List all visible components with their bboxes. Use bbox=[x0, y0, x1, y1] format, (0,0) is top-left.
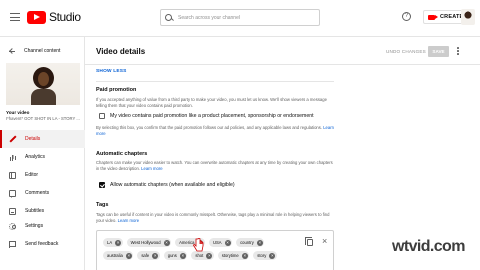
remove-tag-icon[interactable]: × bbox=[125, 252, 132, 259]
tag-chip[interactable]: USA × bbox=[208, 238, 233, 247]
paid-promotion-note-text: By selecting this box, you confirm that … bbox=[96, 125, 323, 130]
remove-tag-icon[interactable]: × bbox=[206, 252, 213, 259]
help-icon[interactable]: ? bbox=[402, 12, 411, 21]
tag-label: West Hollywood bbox=[130, 240, 161, 245]
tag-label: LA bbox=[107, 240, 113, 245]
remove-tag-icon[interactable]: × bbox=[115, 239, 122, 246]
remove-tag-icon[interactable]: × bbox=[224, 239, 231, 246]
back-label: Channel content bbox=[24, 48, 61, 54]
tag-chip[interactable]: australia × bbox=[103, 251, 134, 260]
paid-promotion-checkbox-label[interactable]: My video contains paid promotion like a … bbox=[110, 113, 314, 119]
tag-chip[interactable]: guns × bbox=[163, 251, 188, 260]
sidebar-item-label: Details bbox=[25, 136, 41, 142]
analytics-icon bbox=[9, 154, 16, 161]
paid-promotion-checkbox[interactable] bbox=[99, 113, 105, 119]
sidebar-item-label: Comments bbox=[25, 190, 50, 196]
sidebar-item-send-feedback[interactable]: Send feedback bbox=[0, 235, 85, 253]
pencil-icon bbox=[9, 136, 16, 143]
automatic-chapters-checkbox-label[interactable]: Allow automatic chapters (when available… bbox=[110, 182, 235, 188]
remove-tag-icon[interactable]: × bbox=[152, 252, 159, 259]
account-avatar[interactable] bbox=[461, 9, 475, 25]
tag-chip[interactable]: West Hollywood × bbox=[126, 238, 172, 247]
hand-cursor-icon bbox=[193, 238, 204, 252]
tag-label: guns bbox=[167, 253, 177, 258]
sidebar-item-settings[interactable]: Settings bbox=[0, 217, 85, 235]
remove-tag-icon[interactable]: × bbox=[179, 252, 186, 259]
chapters-learn-more[interactable]: Learn more bbox=[141, 166, 162, 171]
gear-icon bbox=[9, 222, 16, 230]
watermark: wtvid.com bbox=[392, 238, 465, 255]
main-panel: Video details UNDO CHANGES SAVE SHOW LES… bbox=[85, 37, 480, 270]
undo-changes-button[interactable]: UNDO CHANGES bbox=[386, 49, 426, 54]
tag-label: safe bbox=[141, 253, 150, 258]
video-camera-icon bbox=[428, 14, 438, 20]
tag-label: shot bbox=[195, 253, 204, 258]
feedback-icon bbox=[9, 240, 16, 248]
menu-icon[interactable] bbox=[10, 13, 20, 21]
tags-input[interactable]: LA× West Hollywood× America× USA× countr… bbox=[96, 230, 334, 270]
studio-logo[interactable]: Studio bbox=[27, 10, 81, 24]
remove-tag-icon[interactable]: × bbox=[256, 239, 263, 246]
paid-promotion-title: Paid promotion bbox=[96, 87, 137, 93]
chapters-title: Automatic chapters bbox=[96, 151, 148, 157]
back-to-channel-content[interactable]: Channel content bbox=[0, 45, 85, 57]
youtube-logo-icon bbox=[27, 10, 46, 24]
comments-icon bbox=[9, 189, 16, 198]
remove-tag-icon[interactable]: × bbox=[241, 252, 248, 259]
logo-text: Studio bbox=[49, 10, 81, 24]
top-bar: Studio ? CREATE bbox=[0, 0, 480, 37]
sidebar-item-label: Settings bbox=[25, 223, 44, 229]
create-label: CREATE bbox=[440, 14, 464, 20]
remove-tag-icon[interactable]: × bbox=[163, 239, 170, 246]
tag-label: australia bbox=[107, 253, 123, 258]
tag-chip[interactable]: storytime × bbox=[217, 251, 250, 260]
tags-learn-more[interactable]: Learn more bbox=[118, 218, 139, 223]
tags-desc: Tags can be useful if content in your vi… bbox=[96, 212, 336, 224]
tag-label: story bbox=[257, 253, 267, 258]
search-input[interactable] bbox=[178, 14, 318, 21]
video-thumbnail[interactable] bbox=[6, 63, 80, 105]
tags-title: Tags bbox=[96, 202, 109, 208]
chapters-desc: Chapters can make your video easier to w… bbox=[96, 160, 336, 172]
tag-chip[interactable]: LA × bbox=[103, 238, 123, 247]
sidebar-bottom: Settings Send feedback bbox=[0, 217, 85, 253]
more-options-icon[interactable] bbox=[457, 47, 459, 56]
sidebar-item-details[interactable]: Details bbox=[0, 130, 85, 148]
sidebar-nav: Details Analytics Editor Comments Subtit… bbox=[0, 130, 85, 220]
back-arrow-icon bbox=[9, 48, 15, 54]
tag-label: country bbox=[240, 240, 254, 245]
copy-icon[interactable] bbox=[305, 237, 313, 246]
subtitles-icon bbox=[9, 207, 16, 215]
automatic-chapters-checkbox[interactable] bbox=[99, 182, 105, 188]
your-video-label: Your video bbox=[6, 110, 30, 115]
search-icon bbox=[165, 13, 173, 22]
page-title: Video details bbox=[96, 47, 146, 56]
video-name: I*havent* GOT SHOT IN LA - STORY ... bbox=[6, 116, 80, 121]
sidebar-item-label: Subtitles bbox=[25, 208, 45, 214]
sidebar-item-label: Send feedback bbox=[25, 241, 59, 247]
tag-chip[interactable]: country × bbox=[236, 238, 265, 247]
paid-promotion-desc: If you accepted anything of value from a… bbox=[96, 97, 327, 108]
divider bbox=[96, 81, 334, 82]
save-button[interactable]: SAVE bbox=[428, 46, 449, 57]
sidebar-item-analytics[interactable]: Analytics bbox=[0, 148, 85, 166]
search-box[interactable] bbox=[160, 9, 320, 26]
editor-icon bbox=[9, 171, 16, 179]
main-header: Video details UNDO CHANGES SAVE bbox=[85, 37, 480, 65]
thumbnail-person bbox=[31, 67, 56, 105]
show-less-link[interactable]: SHOW LESS bbox=[96, 69, 127, 74]
sidebar-item-editor[interactable]: Editor bbox=[0, 166, 85, 184]
tag-label: storytime bbox=[221, 253, 239, 258]
tag-chip[interactable]: safe × bbox=[137, 251, 160, 260]
sidebar-item-comments[interactable]: Comments bbox=[0, 184, 85, 202]
sidebar-item-label: Analytics bbox=[25, 154, 46, 160]
chapters-desc-text: Chapters can make your video easier to w… bbox=[96, 160, 333, 171]
sidebar: Channel content Your video I*havent* GOT… bbox=[0, 37, 85, 270]
sidebar-item-label: Editor bbox=[25, 172, 39, 178]
remove-tag-icon[interactable]: × bbox=[269, 252, 276, 259]
close-icon[interactable]: × bbox=[322, 237, 327, 246]
tag-chip[interactable]: story × bbox=[253, 251, 277, 260]
tag-label: USA bbox=[212, 240, 222, 245]
paid-promotion-note: By selecting this box, you confirm that … bbox=[96, 125, 336, 137]
